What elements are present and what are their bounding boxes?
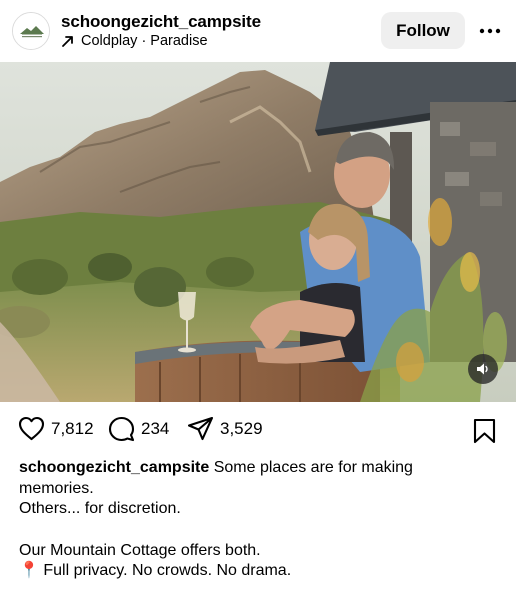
caption-text-1: Some places are for making [213,459,413,476]
follow-button[interactable]: Follow [381,12,465,49]
campsite-logo-icon [13,13,49,49]
video-frame-image [0,62,516,402]
like-count[interactable]: 7,812 [51,419,94,439]
post-caption: schoongezicht_campsite Some places are f… [19,458,499,582]
sound-icon [477,363,488,375]
post-header: schoongezicht_campsite Coldplay · Paradi… [0,0,516,62]
like-action[interactable]: 7,812 [18,416,94,441]
heart-icon[interactable] [18,416,45,441]
share-action[interactable]: 3,529 [187,416,263,441]
music-text: Coldplay · Paradise [81,33,208,49]
comment-action[interactable]: 234 [108,416,169,442]
caption-line-3: Others... for discretion. [19,500,181,517]
bookmark-icon[interactable] [473,418,496,444]
avatar[interactable] [12,12,50,50]
caption-line-4: Our Mountain Cottage offers both. [19,541,261,559]
caption-text-5: Full privacy. No crowds. No drama. [43,562,292,579]
comment-icon[interactable] [108,416,135,442]
share-send-icon[interactable] [187,416,214,441]
pin-icon: 📍 [19,562,39,579]
music-attribution[interactable]: Coldplay · Paradise [61,33,208,49]
post-video[interactable] [0,62,516,402]
caption-line-1: schoongezicht_campsite Some places are f… [19,458,499,479]
share-count[interactable]: 3,529 [220,419,263,439]
sound-toggle-button[interactable] [468,354,498,384]
more-horizontal-icon[interactable] [478,26,502,36]
comment-count[interactable]: 234 [141,419,169,439]
trending-arrow-icon [62,36,73,47]
post-actions: 7,812 234 3,529 [0,412,516,448]
caption-username[interactable]: schoongezicht_campsite [19,459,209,476]
caption-line-5: 📍 Full privacy. No crowds. No drama. [19,561,499,582]
username[interactable]: schoongezicht_campsite [61,12,261,32]
caption-line-2: memories. [19,479,94,497]
